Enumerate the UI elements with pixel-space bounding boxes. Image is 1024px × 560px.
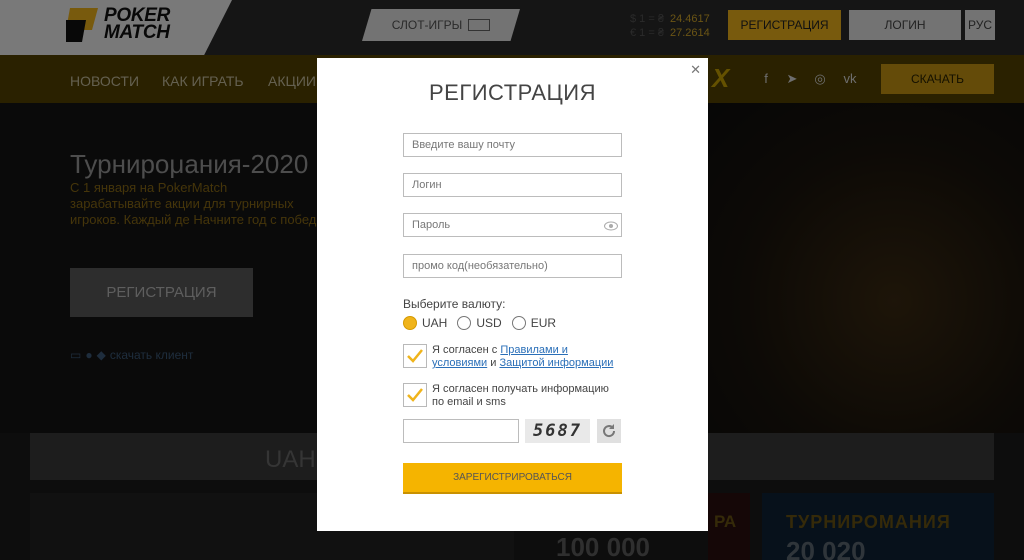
terms-text: Я согласен с Правилами и условиями и Защ…	[432, 344, 622, 370]
refresh-arrows-icon	[603, 424, 616, 438]
newsletter-consent: Я согласен получать информацию по email …	[403, 383, 622, 409]
currency-code-usd: USD	[476, 316, 502, 330]
newsletter-text: Я согласен получать информацию по email …	[432, 383, 609, 408]
submit-register-button[interactable]: ЗАРЕГИСТРИРОВАТЬСЯ	[403, 463, 622, 494]
captcha-image: 5687	[525, 419, 590, 443]
captcha-input[interactable]	[403, 419, 519, 443]
currency-option-usd[interactable]: USD	[457, 316, 502, 330]
currency-radio-group: UAH USD EUR	[403, 316, 566, 330]
radio-usd[interactable]	[457, 316, 472, 330]
currency-option-eur[interactable]: EUR	[511, 316, 557, 330]
currency-label: Выберите валюту:	[403, 297, 506, 311]
login-field[interactable]	[403, 173, 622, 197]
promo-code-field[interactable]	[403, 254, 622, 278]
close-icon[interactable]: ✕	[690, 62, 701, 78]
terms-and: и	[487, 357, 500, 369]
modal-title: РЕГИСТРАЦИЯ	[428, 80, 597, 105]
terms-checkbox[interactable]	[403, 344, 427, 368]
radio-eur[interactable]	[511, 316, 526, 330]
currency-code-eur: EUR	[530, 316, 557, 330]
registration-modal: ✕ РЕГИСТРАЦИЯ Выберите валюту: UAH USD E…	[317, 58, 708, 531]
password-field[interactable]	[403, 213, 622, 237]
refresh-icon[interactable]	[597, 419, 621, 443]
checkmark-icon	[407, 388, 423, 402]
eye-icon[interactable]	[604, 221, 618, 231]
newsletter-checkbox[interactable]	[403, 383, 427, 407]
terms-prefix: Я согласен с	[432, 344, 501, 356]
currency-option-uah[interactable]: UAH	[403, 316, 447, 330]
email-field[interactable]	[403, 133, 622, 157]
checkmark-icon	[407, 349, 423, 363]
privacy-link[interactable]: Защитой информации	[499, 357, 613, 369]
terms-consent: Я согласен с Правилами и условиями и Защ…	[403, 344, 622, 370]
currency-code-uah: UAH	[422, 316, 448, 330]
radio-uah[interactable]	[403, 316, 417, 330]
